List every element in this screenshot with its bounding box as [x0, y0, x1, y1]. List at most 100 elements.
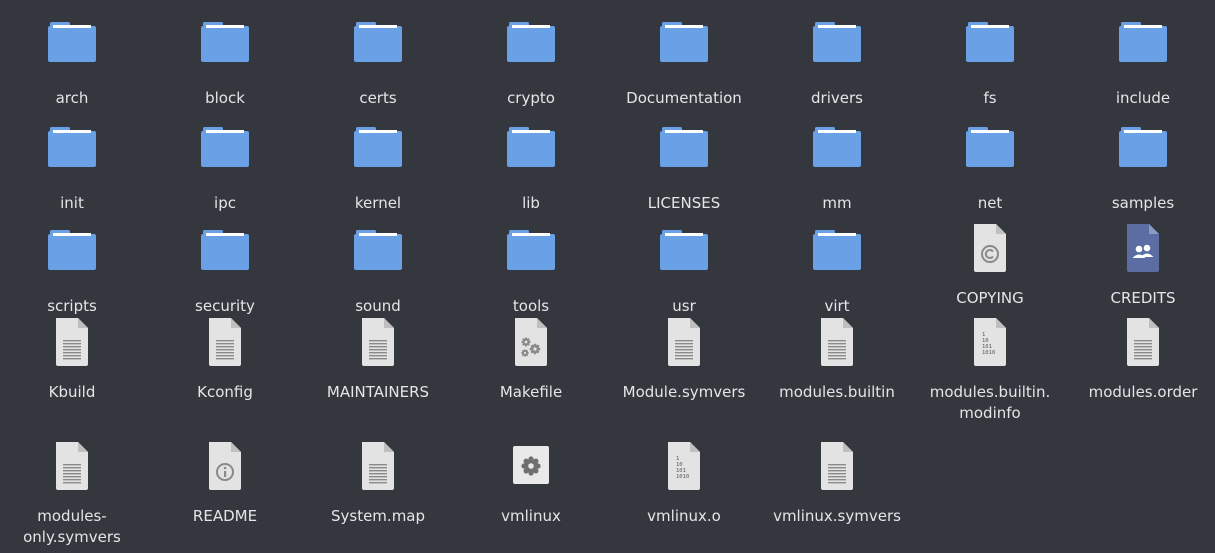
file-item-label: net	[977, 194, 1003, 212]
info-file-icon	[199, 440, 251, 492]
executable-icon	[505, 440, 557, 492]
text-file-icon	[46, 316, 98, 368]
binary-file-icon: 1 10 101 1010	[658, 440, 710, 492]
folder-icon	[658, 222, 710, 282]
text-file-icon	[352, 316, 404, 368]
folder-icon	[199, 14, 251, 74]
svg-text:1010: 1010	[982, 350, 995, 356]
file-item-label: certs	[359, 89, 397, 107]
folder-icon	[199, 119, 251, 179]
file-item-init[interactable]: init	[0, 119, 146, 214]
file-item-usr[interactable]: usr	[610, 222, 758, 317]
file-item-label: Makefile	[499, 383, 563, 401]
file-item-net[interactable]: net	[916, 119, 1064, 214]
folder-icon	[199, 222, 251, 282]
file-item-label: vmlinux	[501, 507, 561, 525]
file-item-certs[interactable]: certs	[304, 14, 452, 109]
file-item-credits[interactable]: CREDITS	[1069, 222, 1215, 309]
text-file-icon	[199, 316, 251, 368]
file-item-modules-only-symvers[interactable]: modules- only.symvers	[0, 440, 146, 548]
text-file-icon	[811, 440, 863, 492]
folder-icon	[46, 14, 98, 74]
file-item-label: Module.symvers	[622, 383, 746, 401]
file-item-scripts[interactable]: scripts	[0, 222, 146, 317]
folder-icon	[1117, 119, 1169, 179]
file-item-sound[interactable]: sound	[304, 222, 452, 317]
file-item-mm[interactable]: mm	[763, 119, 911, 214]
file-item-lib[interactable]: lib	[457, 119, 605, 214]
folder-icon	[811, 14, 863, 74]
file-item-arch[interactable]: arch	[0, 14, 146, 109]
text-file-icon	[1117, 316, 1169, 368]
file-item-drivers[interactable]: drivers	[763, 14, 911, 109]
text-file-icon	[811, 316, 863, 368]
file-item-label: modules.order	[1088, 383, 1198, 401]
file-item-modules-builtin-modinfo[interactable]: 1 10 101 1010 modules.builtin. modinfo	[916, 316, 1064, 424]
file-item-modules-order[interactable]: modules.order	[1069, 316, 1215, 403]
file-item-modules-builtin[interactable]: modules.builtin	[763, 316, 911, 403]
file-item-label: modules- only.symvers	[23, 507, 121, 546]
makefile-icon	[505, 316, 557, 368]
folder-icon	[964, 14, 1016, 74]
file-item-label: vmlinux.symvers	[773, 507, 901, 525]
folder-icon	[658, 14, 710, 74]
file-item-readme[interactable]: README	[151, 440, 299, 527]
file-item-crypto[interactable]: crypto	[457, 14, 605, 109]
file-item-makefile[interactable]: Makefile	[457, 316, 605, 403]
file-item-label: LICENSES	[647, 194, 721, 212]
file-item-kconfig[interactable]: Kconfig	[151, 316, 299, 403]
text-file-icon	[46, 440, 98, 492]
file-item-label: scripts	[47, 297, 97, 315]
file-item-vmlinux-o[interactable]: 1 10 101 1010 vmlinux.o	[610, 440, 758, 527]
folder-icon	[352, 14, 404, 74]
file-item-system-map[interactable]: System.map	[304, 440, 452, 527]
file-item-label: vmlinux.o	[647, 507, 721, 525]
file-item-security[interactable]: security	[151, 222, 299, 317]
binary-file-icon: 1 10 101 1010	[964, 316, 1016, 368]
file-item-tools[interactable]: tools	[457, 222, 605, 317]
file-item-copying[interactable]: COPYING	[916, 222, 1064, 309]
file-item-block[interactable]: block	[151, 14, 299, 109]
folder-icon	[505, 14, 557, 74]
file-item-label: samples	[1111, 194, 1175, 212]
text-file-icon	[352, 440, 404, 492]
file-item-label: CREDITS	[1110, 289, 1176, 307]
file-item-label: MAINTAINERS	[326, 383, 430, 401]
file-item-label: modules.builtin	[779, 383, 895, 401]
file-item-label: sound	[355, 297, 401, 315]
file-item-label: virt	[824, 297, 850, 315]
file-item-label: lib	[522, 194, 540, 212]
file-item-ipc[interactable]: ipc	[151, 119, 299, 214]
file-item-label: drivers	[811, 89, 863, 107]
folder-icon	[811, 119, 863, 179]
file-item-label: COPYING	[956, 289, 1024, 307]
folder-icon	[352, 222, 404, 282]
folder-icon	[505, 119, 557, 179]
text-file-icon	[658, 316, 710, 368]
file-item-label: ipc	[214, 194, 236, 212]
folder-icon	[46, 119, 98, 179]
file-item-label: crypto	[507, 89, 555, 107]
icon-grid: arch block certs crypto Documentation dr…	[0, 14, 1215, 553]
file-item-label: README	[192, 507, 258, 525]
file-item-kernel[interactable]: kernel	[304, 119, 452, 214]
folder-icon	[658, 119, 710, 179]
file-item-fs[interactable]: fs	[916, 14, 1064, 109]
file-manager-view: arch block certs crypto Documentation dr…	[0, 0, 1215, 553]
file-item-licenses[interactable]: LICENSES	[610, 119, 758, 214]
file-item-kbuild[interactable]: Kbuild	[0, 316, 146, 403]
file-item-label: security	[195, 297, 255, 315]
file-item-include[interactable]: include	[1069, 14, 1215, 109]
file-item-documentation[interactable]: Documentation	[610, 14, 758, 109]
file-item-vmlinux-symvers[interactable]: vmlinux.symvers	[763, 440, 911, 527]
file-item-label: System.map	[330, 507, 426, 525]
file-item-module-symvers[interactable]: Module.symvers	[610, 316, 758, 403]
folder-icon	[352, 119, 404, 179]
file-item-label: include	[1115, 89, 1171, 107]
file-item-vmlinux[interactable]: vmlinux	[457, 440, 605, 527]
file-item-samples[interactable]: samples	[1069, 119, 1215, 214]
file-item-label: fs	[983, 89, 997, 107]
file-item-virt[interactable]: virt	[763, 222, 911, 317]
folder-icon	[505, 222, 557, 282]
file-item-maintainers[interactable]: MAINTAINERS	[304, 316, 452, 403]
